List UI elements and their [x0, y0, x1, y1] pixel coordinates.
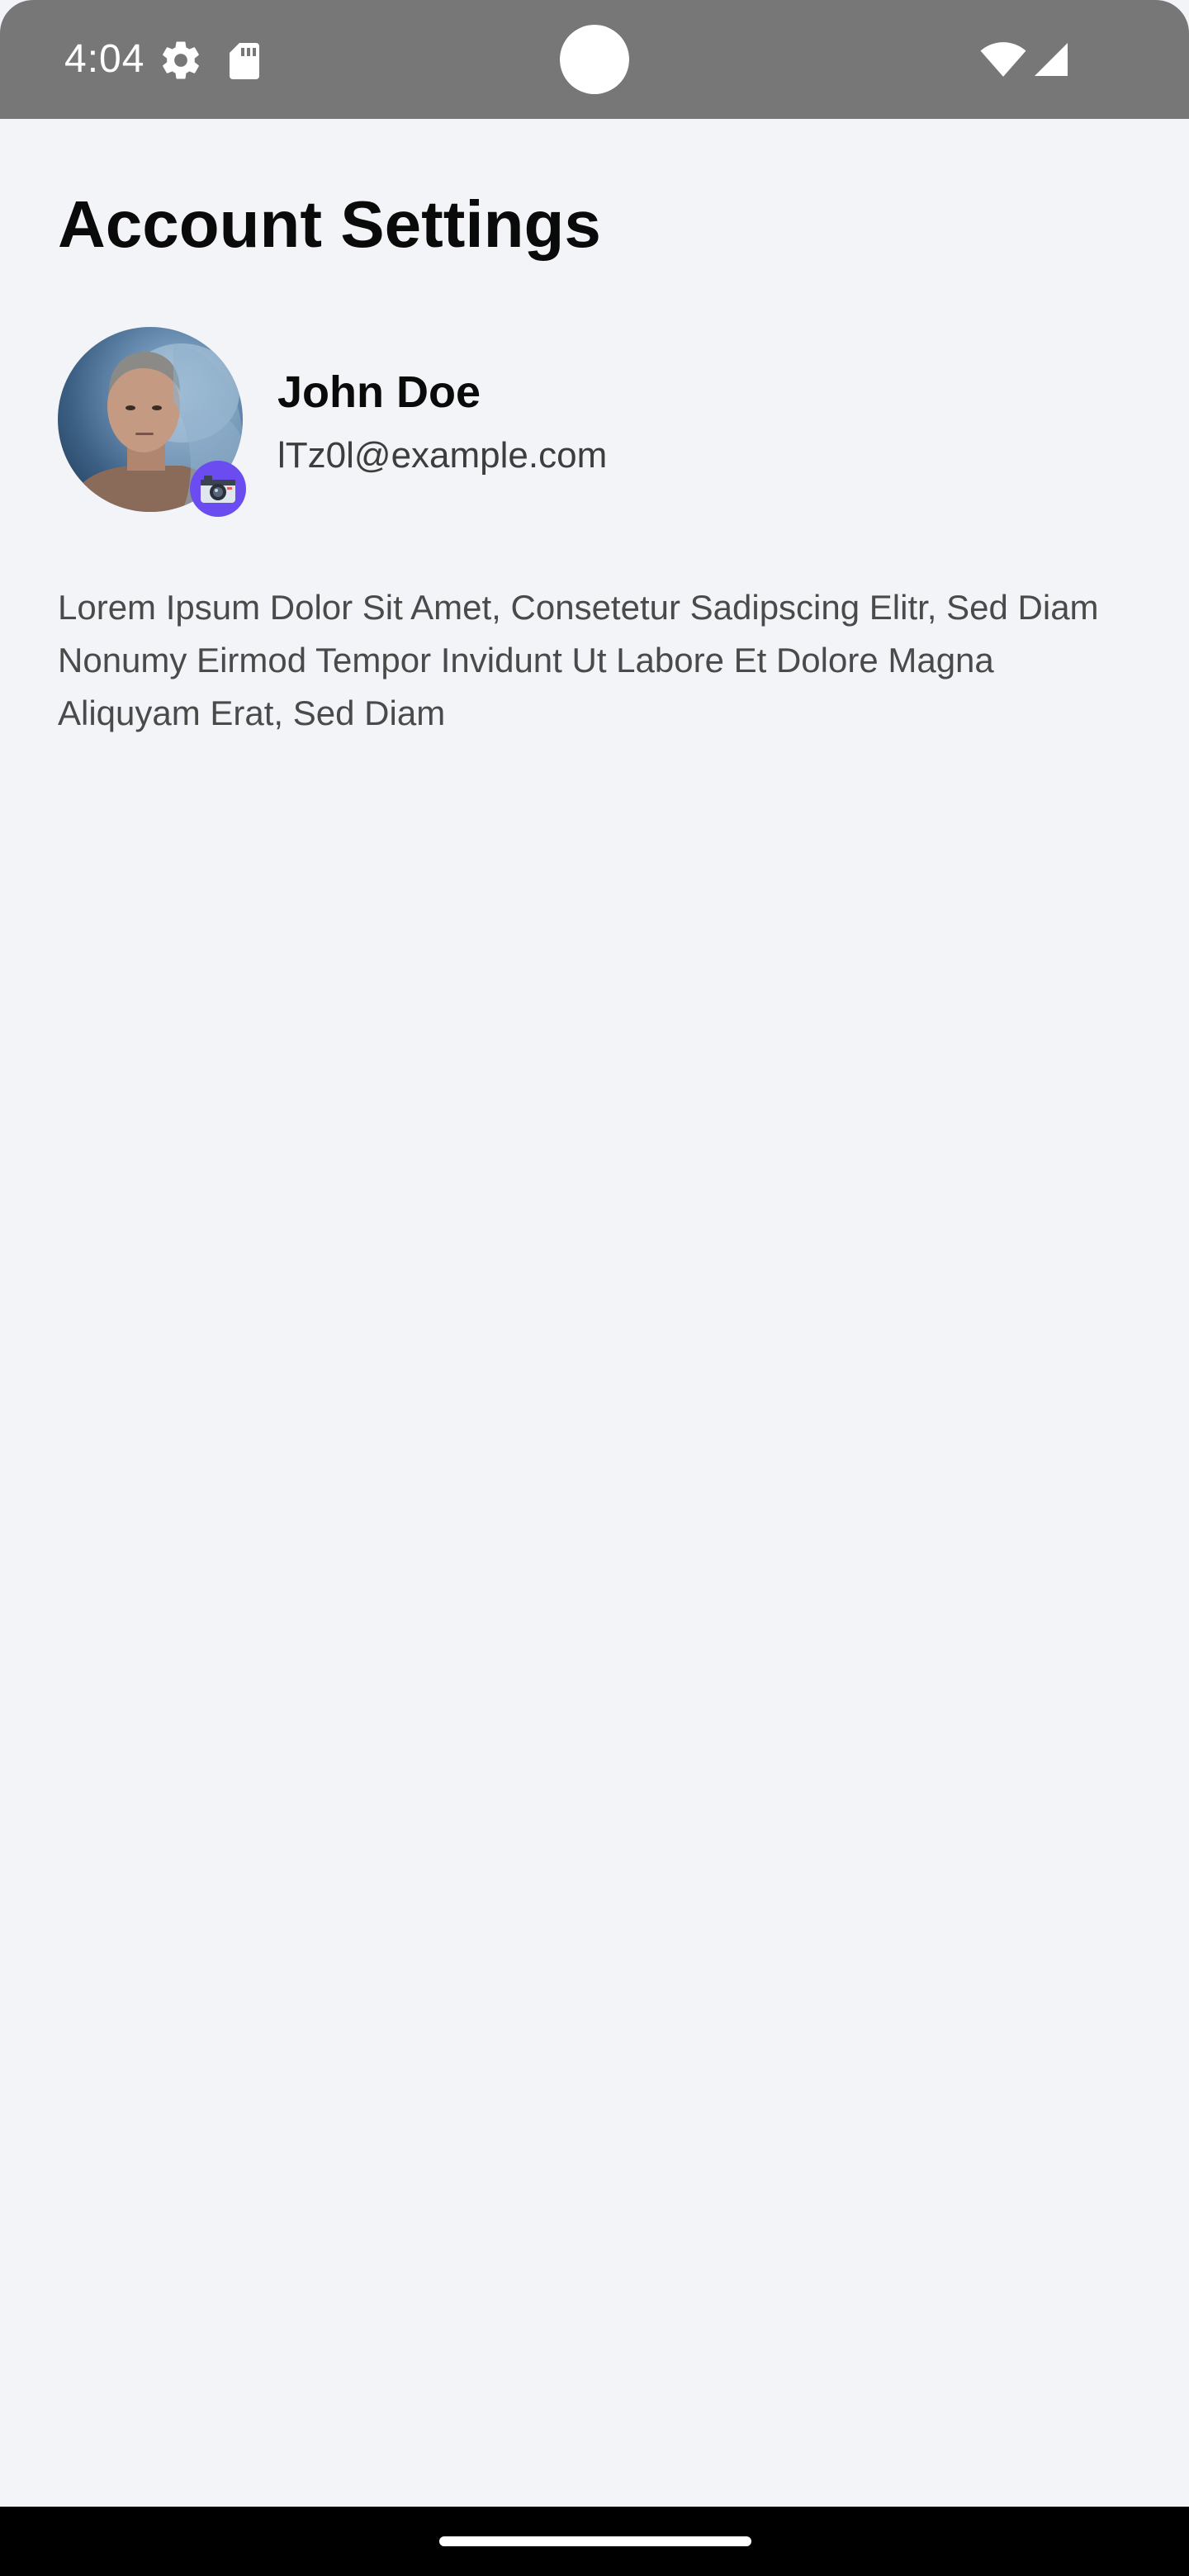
- front-camera-cutout: [560, 25, 629, 94]
- wifi-icon: [980, 42, 1026, 77]
- home-indicator[interactable]: [439, 2536, 751, 2546]
- cellular-signal-icon: [1035, 43, 1068, 76]
- change-photo-button[interactable]: [190, 461, 246, 517]
- page-title: Account Settings: [58, 187, 601, 261]
- profile-description: Lorem Ipsum Dolor Sit Amet, Consetetur S…: [58, 588, 1099, 732]
- camera-icon: [201, 476, 235, 503]
- sd-card-icon: [230, 43, 259, 79]
- profile-name: John Doe: [277, 367, 481, 417]
- status-time: 4:04: [64, 37, 145, 81]
- status-bar: 4:04: [0, 0, 1189, 119]
- profile-email: lTz0l@example.com: [277, 435, 608, 476]
- gear-icon: [163, 41, 199, 79]
- profile-avatar-container[interactable]: [58, 327, 248, 517]
